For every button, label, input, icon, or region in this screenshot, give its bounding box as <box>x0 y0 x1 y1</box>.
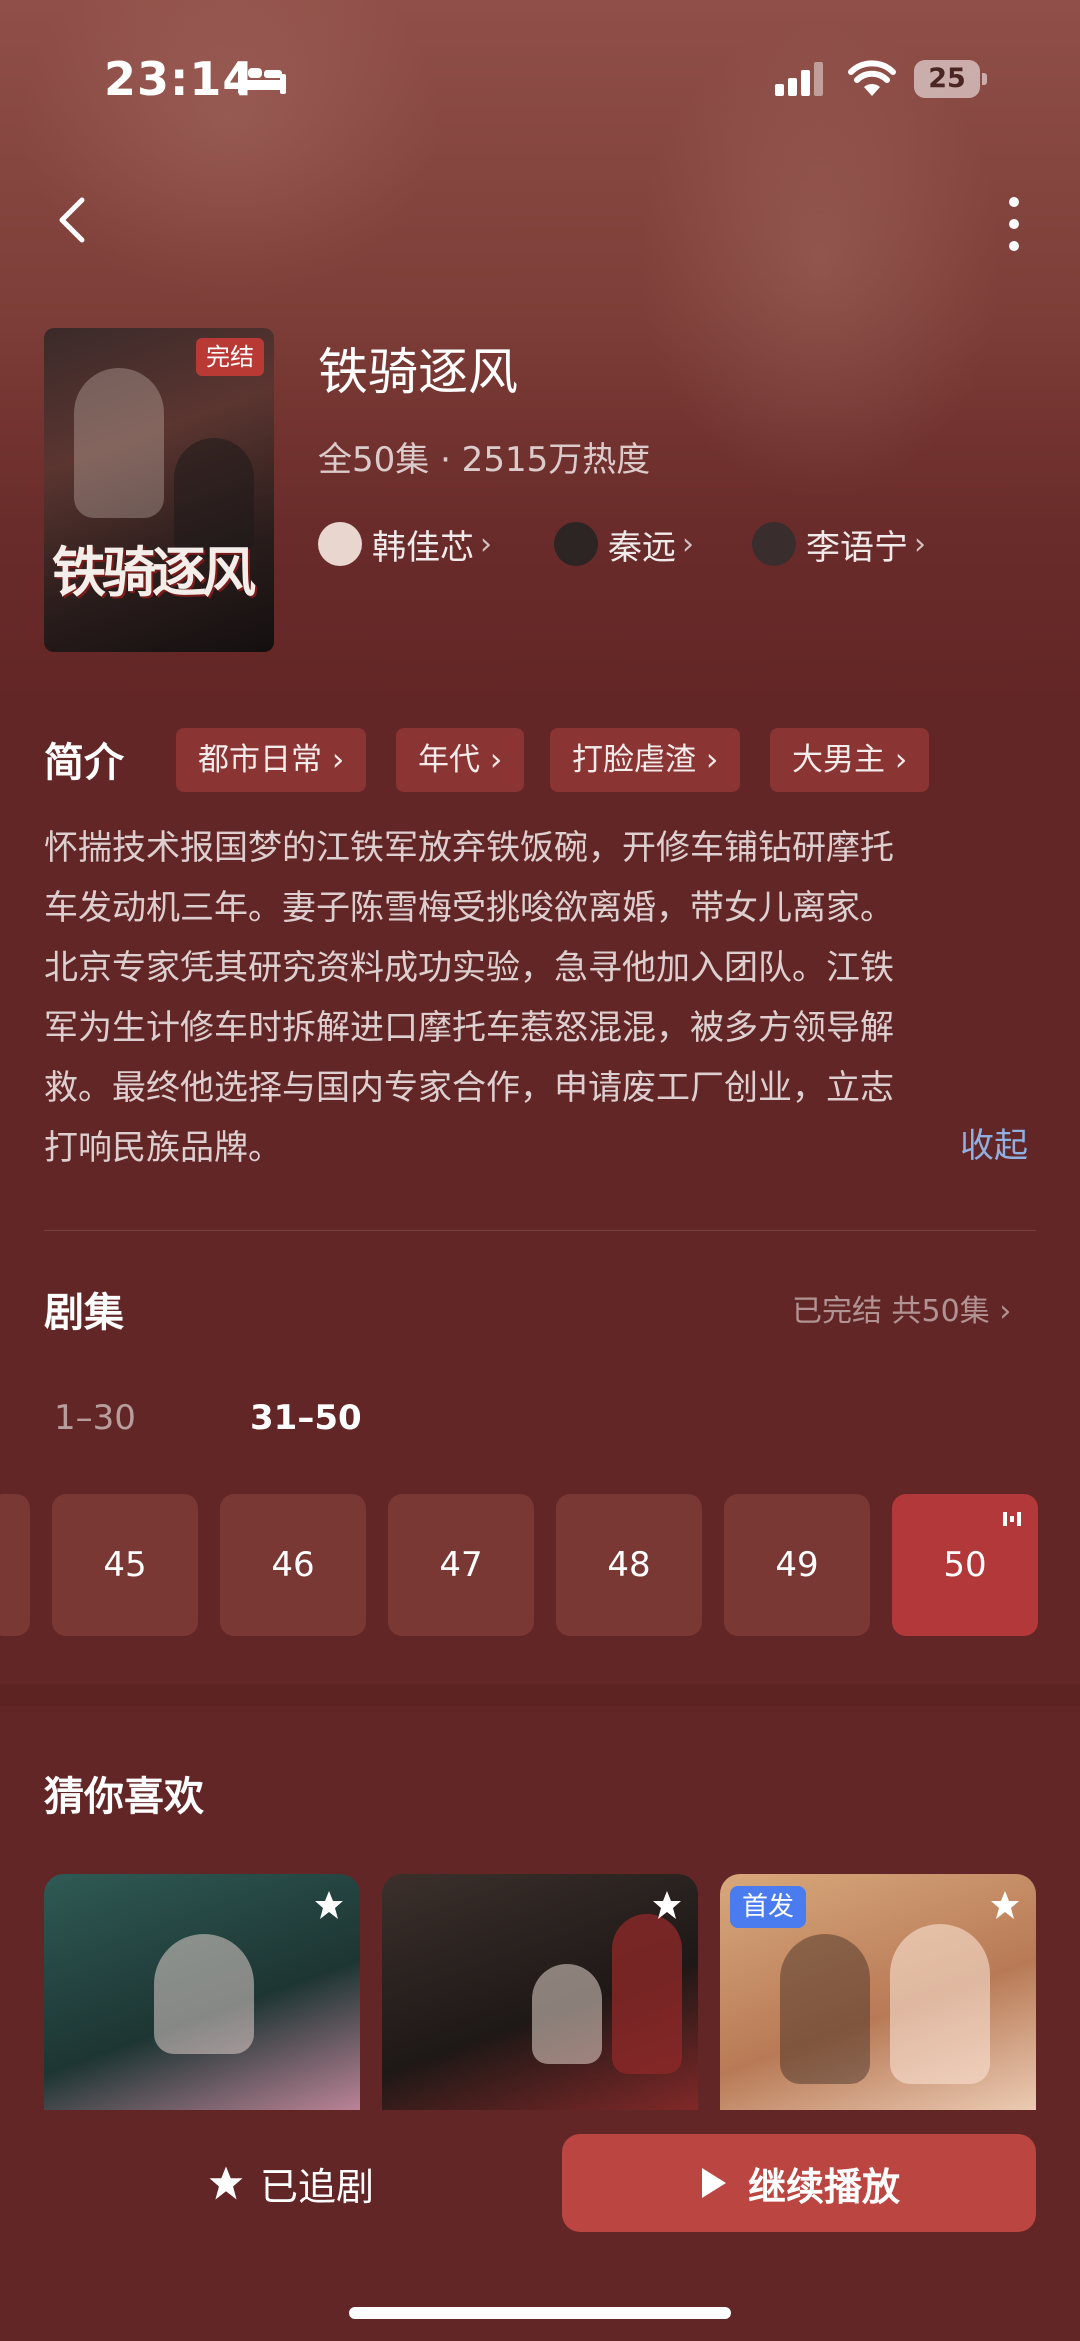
episode-number: 50 <box>943 1545 987 1585</box>
favorite-star-icon[interactable] <box>650 1888 684 1922</box>
favorite-star-icon[interactable] <box>312 1888 346 1922</box>
synopsis-line: 打响民族品牌。 <box>44 1128 282 1168</box>
show-title: 铁骑逐风 <box>318 343 518 401</box>
episode-card-partial[interactable] <box>0 1494 30 1636</box>
episode-card[interactable]: 45 <box>52 1494 198 1636</box>
synopsis-label: 简介 <box>44 740 124 786</box>
play-label: 继续播放 <box>747 2164 900 2209</box>
synopsis-line: 车发动机三年。妻子陈雪梅受挑唆欲离婚，带女儿离家。 <box>44 888 894 928</box>
cast-member[interactable]: 韩佳芯 › <box>318 518 492 570</box>
recommend-card[interactable]: 首发 <box>720 1874 1036 2124</box>
star-icon <box>209 2166 243 2200</box>
recommend-card[interactable] <box>44 1874 360 2124</box>
avatar <box>318 522 362 566</box>
chevron-right-icon: › <box>914 526 926 562</box>
tag-label: 大男主 <box>792 742 885 778</box>
back-icon[interactable] <box>48 190 98 250</box>
wifi-icon <box>848 60 896 96</box>
avatar <box>554 522 598 566</box>
tag-chip[interactable]: 年代 › <box>396 728 525 792</box>
episodes-label: 剧集 <box>44 1290 124 1336</box>
synopsis-text: 怀揣技术报国梦的江铁军放弃铁饭碗，开修车铺钻研摩托 车发动机三年。妻子陈雪梅受挑… <box>44 818 1034 1178</box>
playing-icon <box>1003 1512 1021 1526</box>
cast-member[interactable]: 秦远 › <box>554 518 694 570</box>
battery-indicator: 25 <box>914 60 987 98</box>
bed-icon <box>238 66 286 94</box>
cast-name: 韩佳芯 <box>372 527 474 568</box>
cast-name: 秦远 <box>608 527 676 568</box>
cast-member[interactable]: 李语宁 › <box>752 518 926 570</box>
tag-chip[interactable]: 打脸虐渣 › <box>550 728 741 792</box>
tab-range-31-50[interactable]: 31–50 <box>250 1398 362 1438</box>
tag-label: 都市日常 <box>198 742 322 778</box>
cast-name: 李语宁 <box>806 527 908 568</box>
tag-label: 打脸虐渣 <box>572 742 696 778</box>
status-time: 23:14 <box>104 52 256 106</box>
episode-card[interactable]: 49 <box>724 1494 870 1636</box>
home-indicator[interactable] <box>349 2307 731 2319</box>
recommend-label: 猜你喜欢 <box>44 1774 204 1820</box>
signal-icon <box>775 62 823 96</box>
episode-card[interactable]: 46 <box>220 1494 366 1636</box>
tag-label: 年代 <box>418 742 480 778</box>
show-poster[interactable]: 铁骑逐风 完结 <box>44 328 274 652</box>
tab-range-1-30[interactable]: 1–30 <box>54 1398 136 1438</box>
play-icon <box>701 2168 726 2198</box>
synopsis-line: 救。最终他选择与国内专家合作，申请废工厂创业，立志 <box>44 1068 894 1108</box>
show-meta: 全50集 · 2515万热度 <box>318 440 651 480</box>
follow-label: 已追剧 <box>259 2164 374 2209</box>
synopsis-line: 怀揣技术报国梦的江铁军放弃铁饭碗，开修车铺钻研摩托 <box>44 828 894 868</box>
battery-level: 25 <box>928 63 966 94</box>
collapse-link[interactable]: 收起 <box>960 1118 1028 1167</box>
tag-chip[interactable]: 都市日常 › <box>176 728 367 792</box>
episodes-status-link[interactable]: 已完结 共50集 › <box>792 1286 1011 1330</box>
episodes-status: 已完结 共50集 <box>792 1294 990 1329</box>
divider <box>44 1230 1036 1231</box>
chevron-right-icon: › <box>480 526 492 562</box>
poster-title: 铁骑逐风 <box>52 540 256 604</box>
recommend-card[interactable] <box>382 1874 698 2124</box>
premiere-badge: 首发 <box>730 1886 807 1928</box>
continue-play-button[interactable]: 继续播放 <box>562 2134 1036 2232</box>
synopsis-line: 北京专家凭其研究资料成功实验，急寻他加入团队。江铁 <box>44 948 894 988</box>
section-separator <box>0 1684 1080 1706</box>
episode-card-current[interactable]: 50 <box>892 1494 1038 1636</box>
favorite-star-icon[interactable] <box>988 1888 1022 1922</box>
synopsis-line: 军为生计修车时拆解进口摩托车惹怒混混，被多方领导解 <box>44 1008 894 1048</box>
avatar <box>752 522 796 566</box>
chevron-right-icon: › <box>682 526 694 562</box>
completed-badge: 完结 <box>196 338 264 376</box>
episode-card[interactable]: 47 <box>388 1494 534 1636</box>
follow-button[interactable]: 已追剧 <box>140 2134 440 2232</box>
episode-card[interactable]: 48 <box>556 1494 702 1636</box>
more-options-icon[interactable] <box>996 190 1032 258</box>
tag-chip[interactable]: 大男主 › <box>770 728 930 792</box>
